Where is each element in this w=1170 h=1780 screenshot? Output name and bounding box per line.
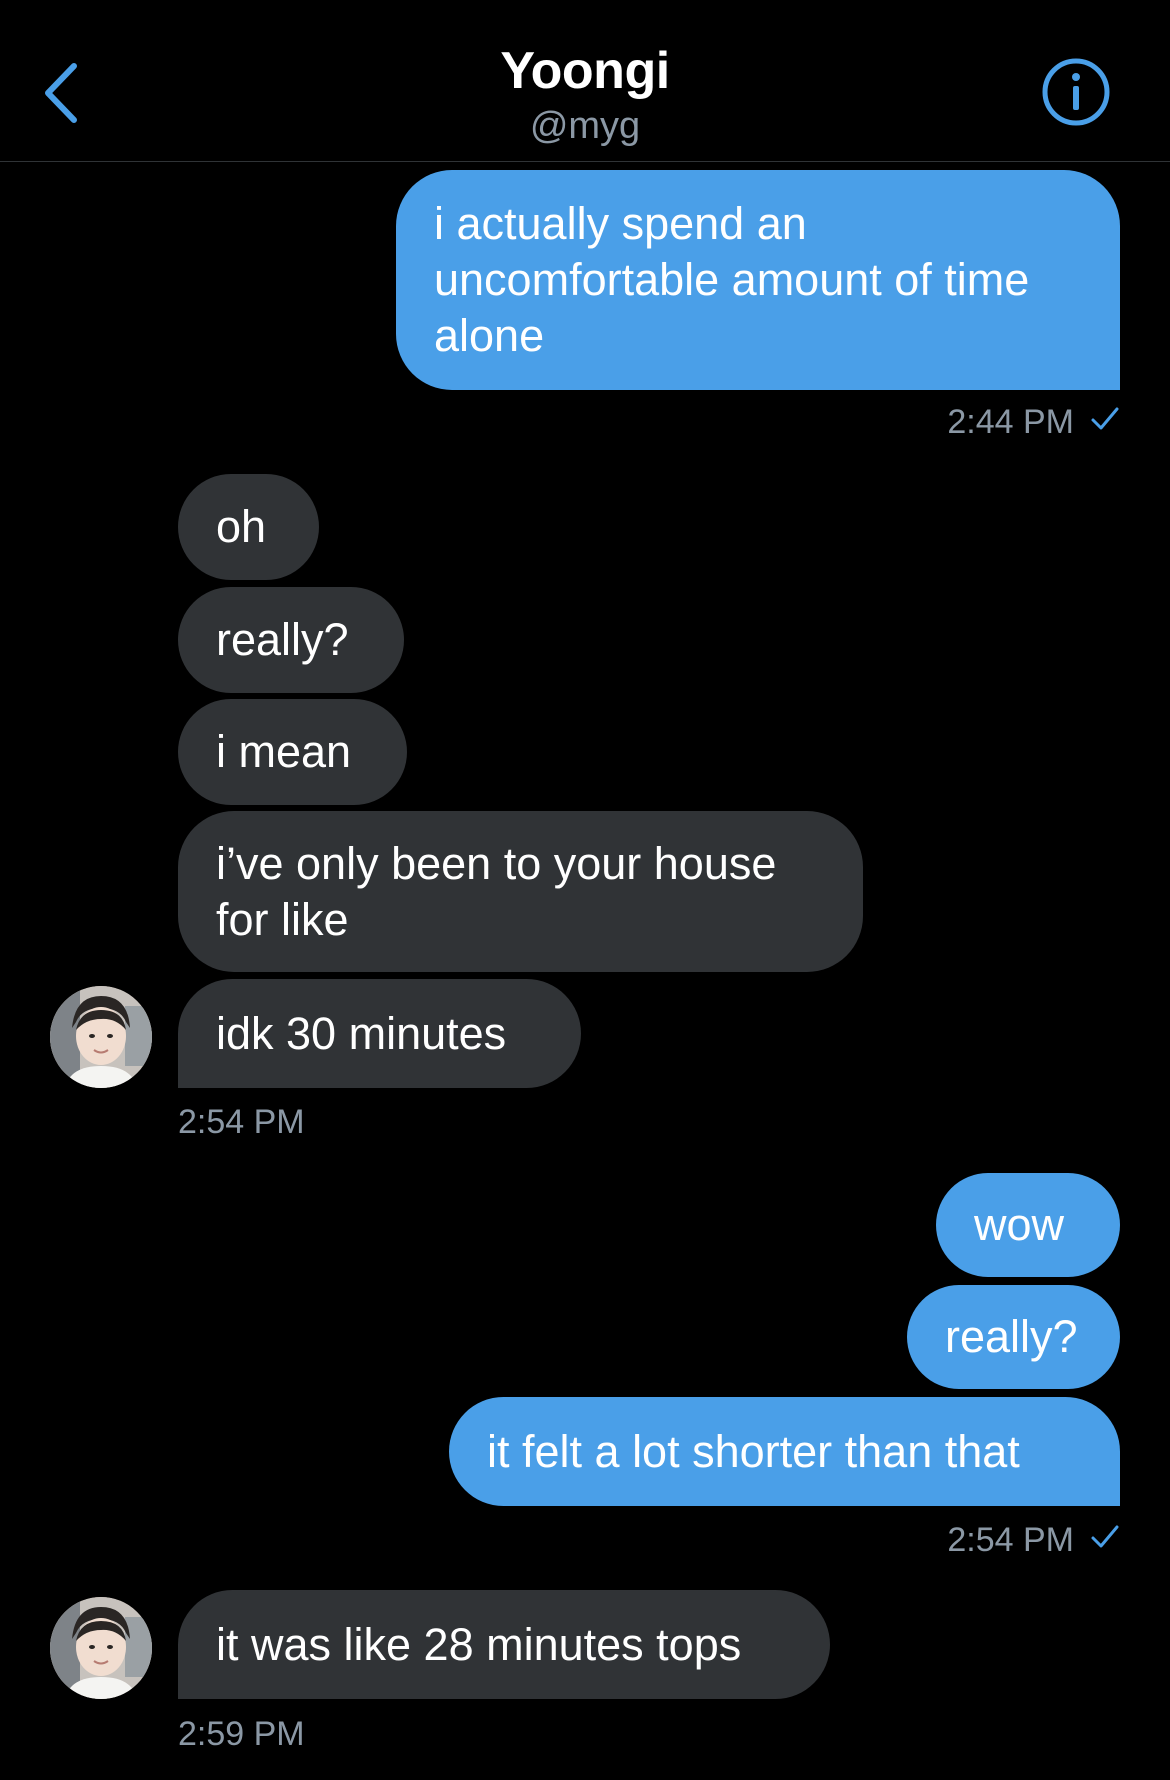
message-timestamp: 2:54 PM [178, 1102, 478, 1142]
message-text: i mean [216, 726, 352, 777]
message-timestamp: 2:44 PM [700, 402, 1120, 442]
avatar-photo [50, 1597, 152, 1699]
read-check-icon [1090, 402, 1120, 442]
message-bubble-received[interactable]: it was like 28 minutes tops [178, 1590, 830, 1699]
info-button[interactable] [1040, 56, 1112, 128]
avatar-photo [50, 986, 152, 1088]
message-bubble-received[interactable]: idk 30 minutes [178, 979, 581, 1088]
contact-avatar[interactable] [50, 986, 152, 1088]
timestamp-text: 2:44 PM [947, 403, 1074, 441]
message-text: i actually spend an uncomfortable amount… [434, 198, 1030, 361]
timestamp-text: 2:54 PM [178, 1103, 305, 1141]
message-bubble-sent[interactable]: really? [907, 1285, 1120, 1389]
message-timestamp: 2:59 PM [178, 1714, 478, 1754]
read-check-icon [1090, 1520, 1120, 1560]
message-text: really? [216, 614, 349, 665]
message-text: i’ve only been to your house for like [216, 837, 777, 945]
message-bubble-received[interactable]: really? [178, 587, 404, 693]
contact-avatar[interactable] [50, 1597, 152, 1699]
timestamp-text: 2:54 PM [947, 1521, 1074, 1559]
contact-name: Yoongi [500, 42, 670, 100]
message-text: really? [945, 1311, 1078, 1362]
info-circle-icon [1042, 58, 1110, 126]
message-bubble-sent[interactable]: i actually spend an uncomfortable amount… [396, 170, 1120, 390]
message-timestamp: 2:54 PM [700, 1520, 1120, 1560]
message-bubble-received[interactable]: i’ve only been to your house for like [178, 811, 863, 972]
message-text: wow [974, 1199, 1065, 1250]
contact-handle: @myg [529, 105, 641, 147]
dm-conversation-screen: Yoongi @myg i actually spend an uncomfor… [0, 0, 1170, 1780]
message-text: it felt a lot shorter than that [487, 1425, 1020, 1477]
message-text: idk 30 minutes [216, 1007, 507, 1059]
conversation-header: Yoongi @myg [0, 0, 1170, 162]
message-bubble-sent[interactable]: it felt a lot shorter than that [449, 1397, 1120, 1506]
message-text: it was like 28 minutes tops [216, 1618, 742, 1670]
timestamp-text: 2:59 PM [178, 1715, 305, 1753]
message-bubble-received[interactable]: i mean [178, 699, 407, 805]
message-bubble-sent[interactable]: wow [936, 1173, 1120, 1277]
message-text: oh [216, 501, 267, 552]
contact-info[interactable]: Yoongi @myg [0, 38, 1170, 148]
message-bubble-received[interactable]: oh [178, 474, 319, 580]
